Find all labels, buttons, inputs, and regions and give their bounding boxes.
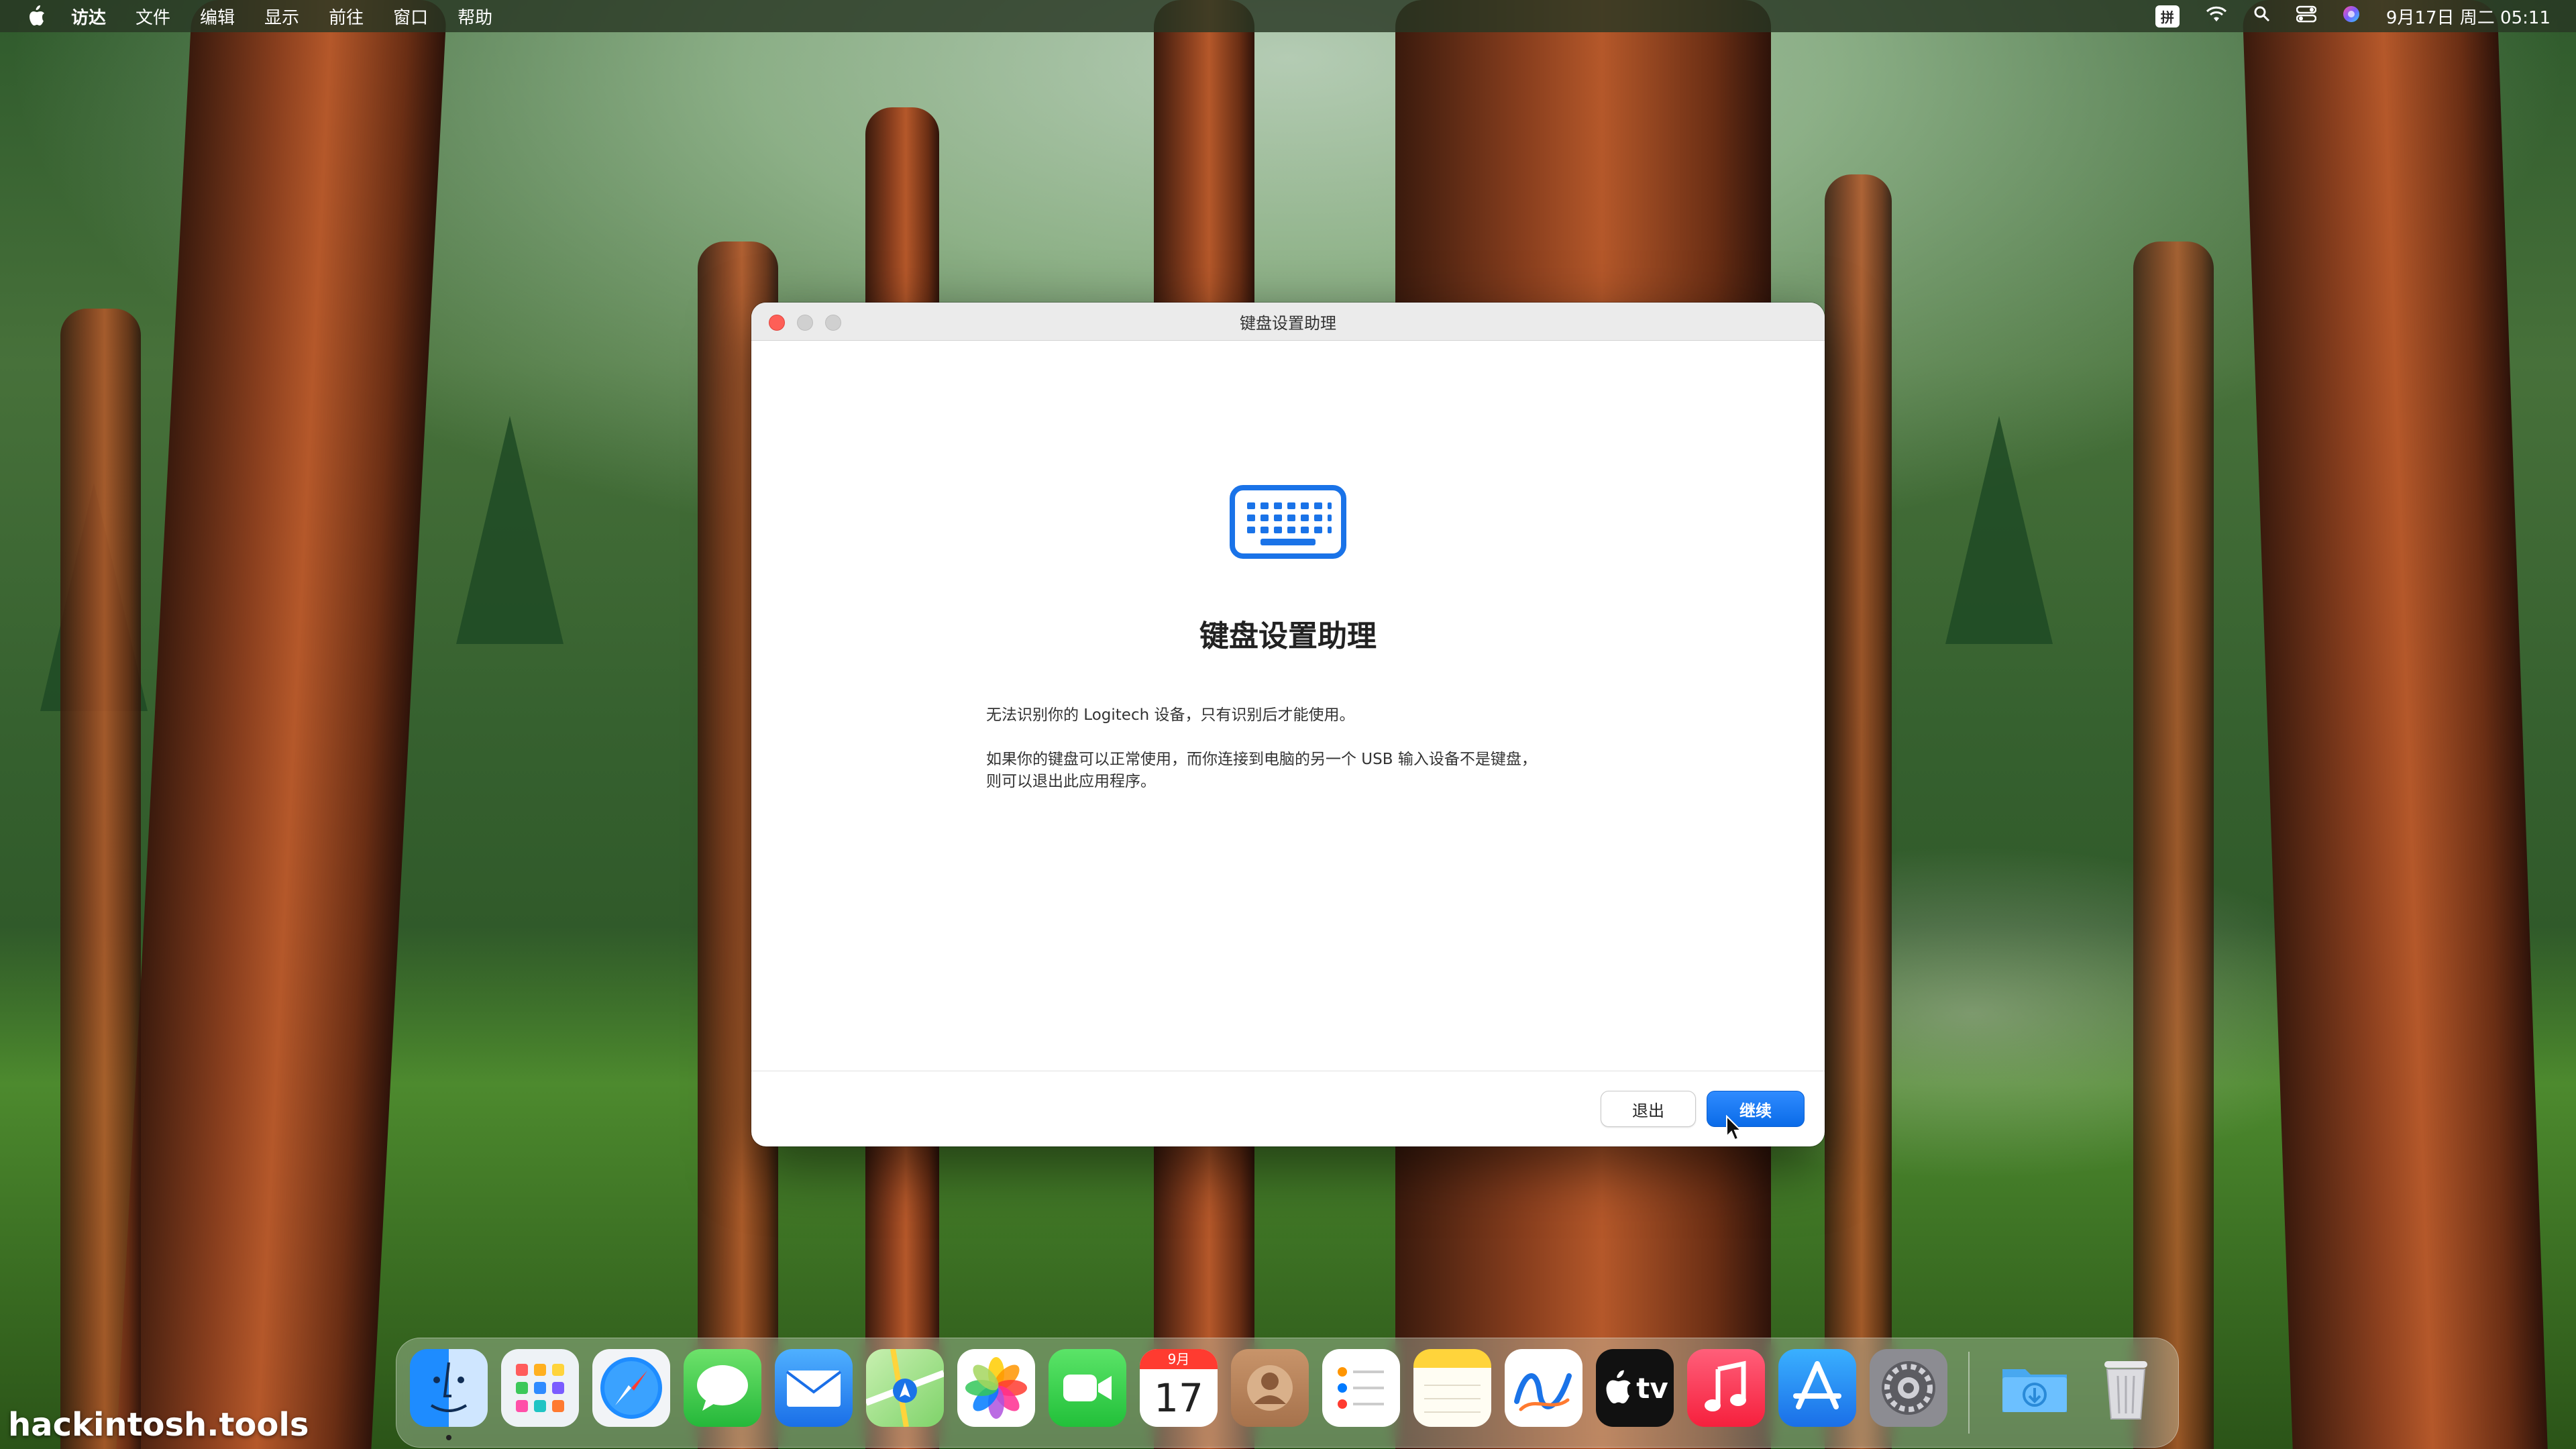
close-window-button[interactable] — [769, 315, 785, 331]
quit-button[interactable]: 退出 — [1601, 1091, 1696, 1127]
assistant-description: 无法识别你的 Logitech 设备，只有识别后才能使用。 如果你的键盘可以正常… — [986, 704, 1630, 793]
window-footer: 退出 继续 — [751, 1071, 1825, 1146]
siri-icon[interactable] — [2342, 5, 2361, 28]
music-icon[interactable] — [1687, 1349, 1765, 1427]
reminders-icon[interactable] — [1322, 1349, 1400, 1427]
control-center-icon[interactable] — [2296, 5, 2317, 28]
window-content: 键盘设置助理 无法识别你的 Logitech 设备，只有识别后才能使用。 如果你… — [751, 340, 1825, 1071]
minimize-window-button[interactable] — [797, 315, 813, 331]
contacts-icon[interactable] — [1231, 1349, 1309, 1427]
assistant-heading: 键盘设置助理 — [1199, 619, 1377, 653]
description-paragraph-2-line-2: 则可以退出此应用程序。 — [986, 773, 1156, 790]
menu-finder[interactable]: 访达 — [71, 4, 106, 29]
mouse-cursor-icon — [1725, 1114, 1743, 1142]
description-paragraph-1: 无法识别你的 Logitech 设备，只有识别后才能使用。 — [986, 706, 1355, 724]
wifi-icon[interactable] — [2205, 5, 2228, 28]
keyboard-icon — [1230, 485, 1346, 559]
window-title: 键盘设置助理 — [1240, 313, 1336, 333]
menu-go[interactable]: 前往 — [329, 4, 364, 29]
continue-button[interactable]: 继续 — [1707, 1091, 1805, 1127]
window-controls — [769, 315, 841, 331]
finder-running-indicator — [446, 1435, 451, 1440]
menu-edit[interactable]: 编辑 — [200, 4, 235, 29]
system-settings-icon[interactable] — [1870, 1349, 1947, 1427]
app-store-icon[interactable] — [1778, 1349, 1856, 1427]
dock-separator — [1968, 1352, 1970, 1434]
menu-help[interactable]: 帮助 — [458, 4, 492, 29]
menu-bar: 访达 文件 编辑 显示 前往 窗口 帮助 拼 9月17日 周二 05:11 — [0, 0, 2576, 32]
trash-icon[interactable] — [2087, 1349, 2165, 1427]
keyboard-setup-assistant-window: 键盘设置助理 键盘设置助理 无法识别你的 Logitech 设备，只有识别后才能… — [751, 303, 1825, 1146]
search-icon[interactable] — [2253, 5, 2271, 28]
notes-icon[interactable] — [1413, 1349, 1491, 1427]
messages-icon[interactable] — [684, 1349, 761, 1427]
watermark-text: hackintosh.tools — [8, 1406, 309, 1444]
apple-logo-icon[interactable] — [25, 3, 47, 29]
window-titlebar[interactable]: 键盘设置助理 — [751, 303, 1825, 341]
calendar-month: 9月 — [1140, 1349, 1218, 1369]
downloads-folder-icon[interactable] — [1996, 1349, 2074, 1427]
menu-bar-clock[interactable]: 9月17日 周二 05:11 — [2386, 4, 2551, 29]
maps-icon[interactable] — [866, 1349, 944, 1427]
menu-window[interactable]: 窗口 — [393, 4, 428, 29]
facetime-icon[interactable] — [1049, 1349, 1126, 1427]
dock: 9月 17 tv — [396, 1338, 2179, 1448]
calendar-day: 17 — [1154, 1375, 1203, 1421]
freeform-icon[interactable] — [1505, 1349, 1582, 1427]
description-paragraph-2: 如果你的键盘可以正常使用，而你连接到电脑的另一个 USB 输入设备不是键盘， 则… — [986, 749, 1630, 793]
apple-tv-label: tv — [1636, 1371, 1668, 1405]
menu-view[interactable]: 显示 — [264, 4, 299, 29]
finder-icon[interactable] — [410, 1349, 488, 1427]
input-method-indicator[interactable]: 拼 — [2155, 5, 2180, 28]
photos-icon[interactable] — [957, 1349, 1035, 1427]
zoom-window-button[interactable] — [825, 315, 841, 331]
mail-icon[interactable] — [775, 1349, 853, 1427]
safari-icon[interactable] — [592, 1349, 670, 1427]
description-paragraph-2-line-1: 如果你的键盘可以正常使用，而你连接到电脑的另一个 USB 输入设备不是键盘， — [986, 751, 1537, 768]
menu-file[interactable]: 文件 — [136, 4, 170, 29]
launchpad-icon[interactable] — [501, 1349, 579, 1427]
apple-tv-icon[interactable]: tv — [1596, 1349, 1674, 1427]
calendar-icon[interactable]: 9月 17 — [1140, 1349, 1218, 1427]
